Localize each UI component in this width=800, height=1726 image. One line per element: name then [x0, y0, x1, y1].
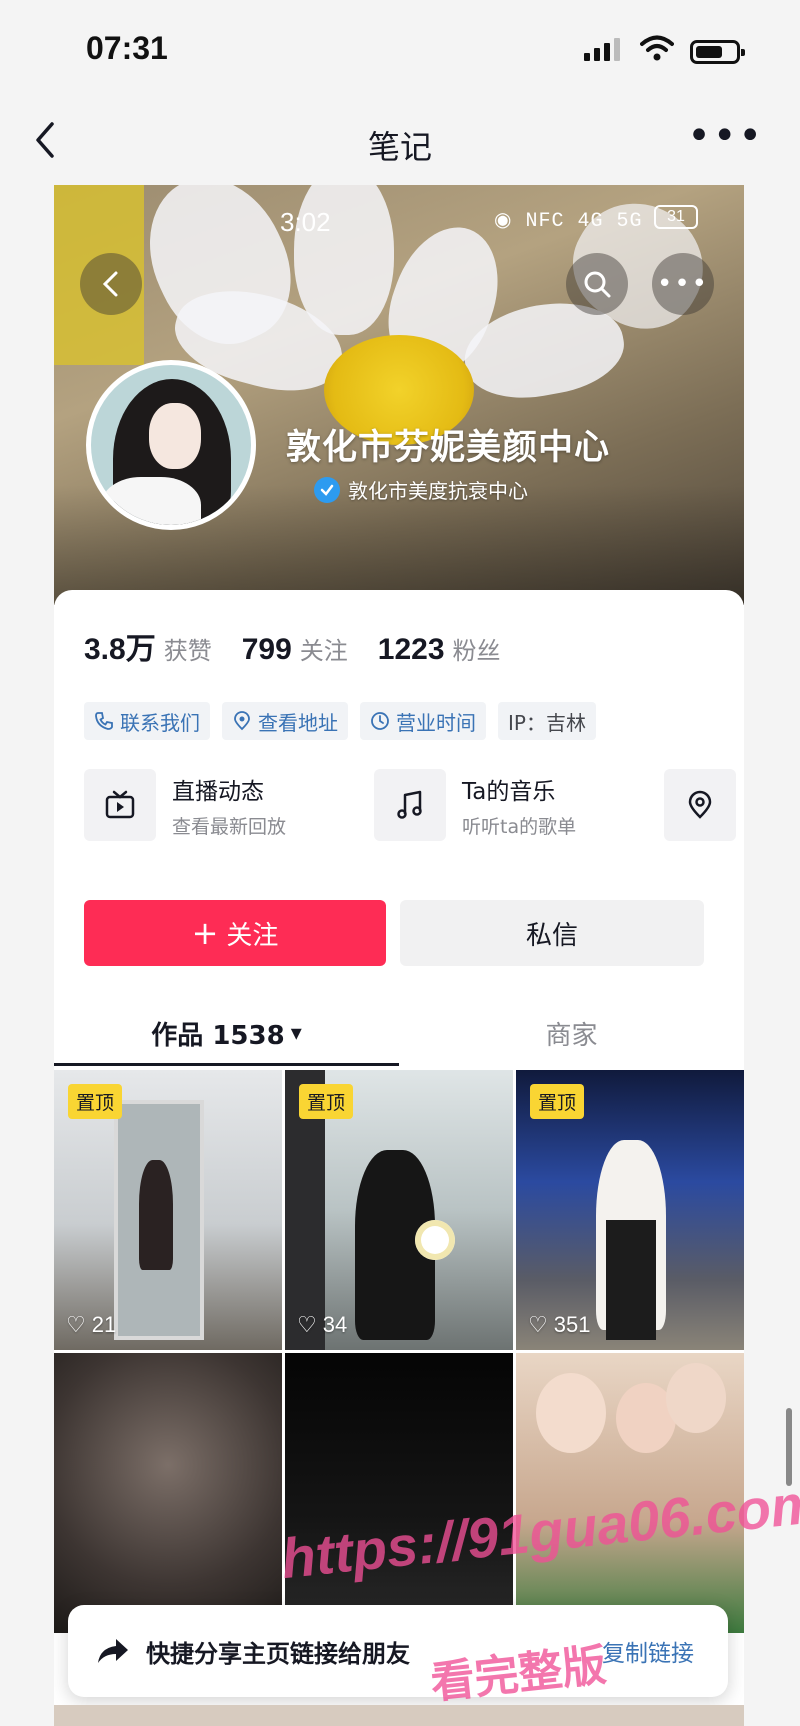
like-value: 21: [91, 1312, 117, 1337]
banner-search-button[interactable]: [566, 253, 628, 315]
chip-label: 联系我们: [120, 710, 200, 735]
chip-label: IP：吉林: [508, 710, 586, 735]
inner-status-icons: ◉ NFC 4G 5G: [494, 210, 643, 233]
chevron-left-icon: [102, 271, 118, 297]
more-icon[interactable]: •••: [687, 116, 764, 156]
banner-back-button[interactable]: [80, 253, 142, 315]
caret-down-icon: ▾: [290, 1020, 302, 1046]
avatar[interactable]: [86, 360, 256, 530]
verified-info: 敦化市美度抗衰中心: [314, 475, 528, 504]
follow-button[interactable]: + 关注: [84, 900, 386, 966]
like-value: 351: [553, 1312, 591, 1337]
stat-label: 粉丝: [452, 637, 501, 665]
nav-bar: 笔记 •••: [0, 100, 800, 185]
stat-label: 关注: [299, 637, 348, 665]
heart-icon: ♡: [66, 1312, 86, 1337]
info-chips: 联系我们 查看地址 营业时间 IP：吉林: [84, 702, 596, 740]
cellular-signal-icon: [584, 38, 620, 61]
more-icon: •••: [656, 269, 709, 299]
like-value: 34: [322, 1312, 348, 1337]
tab-indicator: [54, 1063, 399, 1066]
chip-label: 查看地址: [258, 710, 338, 735]
inner-status-time: 3:02: [280, 207, 331, 237]
business-hours-chip[interactable]: 营业时间: [360, 702, 486, 740]
live-activity-entry[interactable]: 直播动态 查看最新回放: [84, 769, 287, 841]
stat-value: 1223: [377, 633, 445, 666]
chip-label: 营业时间: [396, 710, 476, 735]
share-toast: 快捷分享主页链接给朋友 复制链接: [68, 1605, 728, 1697]
page-title: 笔记: [367, 128, 432, 166]
tab-works[interactable]: 作品 1538 ▾: [54, 1000, 399, 1066]
pinned-badge: 置顶: [68, 1084, 123, 1119]
message-button[interactable]: 私信: [400, 900, 704, 966]
stat-followers[interactable]: 1223 粉丝: [378, 631, 501, 667]
like-count: ♡ 21: [66, 1312, 116, 1338]
stat-label: 获赞: [163, 637, 212, 665]
share-arrow-icon: [98, 1639, 128, 1663]
status-time: 07:31: [86, 30, 168, 66]
service-title: 直播动态: [172, 778, 264, 805]
services-row: 直播动态 查看最新回放 Ta的音乐 听听ta的歌单: [84, 769, 744, 841]
service-subtitle: 查看最新回放: [172, 815, 287, 838]
stat-likes[interactable]: 3.8万 获赞: [84, 624, 212, 668]
heart-icon: ♡: [297, 1312, 317, 1337]
live-tv-icon: [84, 769, 156, 841]
ip-location-chip: IP：吉林: [498, 702, 596, 740]
inner-battery-icon: 31: [654, 205, 698, 229]
banner-more-button[interactable]: •••: [652, 253, 714, 315]
copy-link-button[interactable]: 复制链接: [602, 1634, 694, 1668]
tab-works-label: 作品 1538: [151, 1020, 285, 1051]
like-count: ♡ 351: [528, 1312, 590, 1338]
message-label: 私信: [525, 920, 578, 951]
battery-icon: [690, 40, 745, 64]
clock-icon: [371, 712, 389, 730]
like-count: ♡ 34: [297, 1312, 347, 1338]
share-toast-text: 快捷分享主页链接给朋友: [146, 1639, 410, 1668]
location-entry[interactable]: [664, 769, 736, 841]
video-tile[interactable]: 置顶 ♡ 34: [285, 1070, 513, 1350]
contact-us-chip[interactable]: 联系我们: [84, 702, 210, 740]
service-title: Ta的音乐: [462, 778, 556, 805]
stat-value: 799: [241, 633, 292, 666]
pinned-badge: 置顶: [299, 1084, 354, 1119]
music-entry[interactable]: Ta的音乐 听听ta的歌单: [374, 769, 577, 841]
phone-icon: [95, 712, 113, 730]
view-address-chip[interactable]: 查看地址: [222, 702, 348, 740]
tab-merchant[interactable]: 商家: [399, 1000, 744, 1066]
follow-label: 关注: [226, 920, 279, 951]
content-tabs: 作品 1538 ▾ 商家: [54, 1000, 744, 1066]
verified-badge-icon: [314, 476, 340, 503]
location-icon: [664, 769, 736, 841]
video-tile[interactable]: 置顶 ♡ 351: [516, 1070, 744, 1350]
video-tile[interactable]: [285, 1353, 513, 1633]
profile-card: 3:02 ◉ NFC 4G 5G 31 ••• 敦化市芬妮美颜中心 敦化市美度抗…: [54, 185, 744, 1715]
tab-merchant-label: 商家: [545, 1020, 598, 1051]
profile-banner: 3:02 ◉ NFC 4G 5G 31 ••• 敦化市芬妮美颜中心 敦化市美度抗…: [54, 185, 744, 605]
next-card-peek: [54, 1705, 744, 1726]
status-bar: 07:31: [0, 0, 800, 100]
service-subtitle: 听听ta的歌单: [462, 815, 577, 838]
video-tile[interactable]: 置顶 ♡ 21: [54, 1070, 282, 1350]
profile-name: 敦化市芬妮美颜中心: [286, 428, 611, 468]
action-buttons: + 关注 私信: [84, 900, 704, 966]
verified-label: 敦化市美度抗衰中心: [348, 479, 528, 503]
stats-row: 3.8万 获赞 799 关注 1223 粉丝: [84, 624, 501, 668]
search-icon: [584, 271, 611, 298]
music-note-icon: [374, 769, 446, 841]
video-tile[interactable]: [54, 1353, 282, 1633]
plus-icon: +: [191, 914, 219, 952]
stat-value: 3.8万: [84, 633, 156, 666]
stat-following[interactable]: 799 关注: [242, 631, 348, 667]
pinned-badge: 置顶: [530, 1084, 585, 1119]
heart-icon: ♡: [528, 1312, 548, 1337]
wifi-icon: [640, 35, 674, 61]
location-icon: [234, 711, 250, 731]
